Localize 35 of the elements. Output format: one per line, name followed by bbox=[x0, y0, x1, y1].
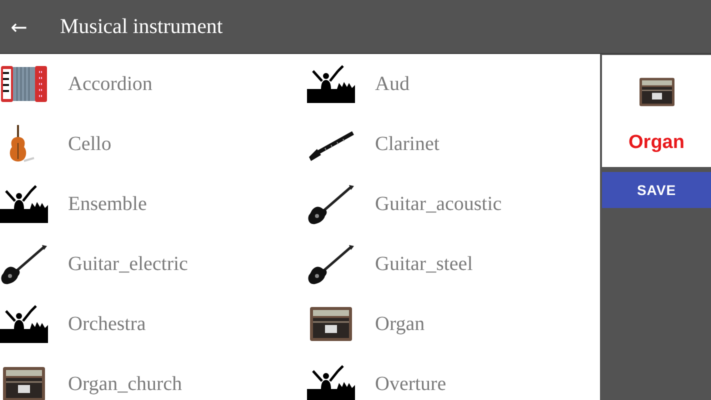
instrument-name: Clarinet bbox=[375, 132, 440, 156]
instrument-name: Guitar_electric bbox=[68, 252, 188, 276]
conductor-crowd-icon bbox=[0, 303, 48, 345]
instrument-name: Guitar_steel bbox=[375, 252, 473, 276]
instrument-name: Guitar_acoustic bbox=[375, 192, 502, 216]
guitar-icon bbox=[0, 243, 48, 285]
instrument-item[interactable]: Overture bbox=[307, 354, 600, 400]
instrument-item[interactable]: Orchestra bbox=[0, 294, 307, 354]
conductor-crowd-icon bbox=[307, 63, 355, 105]
instrument-item[interactable]: Clarinet bbox=[307, 114, 600, 174]
instrument-name: Accordion bbox=[68, 72, 152, 96]
instrument-name: Cello bbox=[68, 132, 112, 156]
instrument-item[interactable]: Cello bbox=[0, 114, 307, 174]
instrument-name: Ensemble bbox=[68, 192, 147, 216]
screen-title: Musical instrument bbox=[60, 14, 223, 39]
save-button[interactable]: SAVE bbox=[602, 172, 711, 208]
instrument-item[interactable]: Accordion bbox=[0, 54, 307, 114]
conductor-crowd-icon bbox=[307, 363, 355, 400]
instrument-item[interactable]: Ensemble bbox=[0, 174, 307, 234]
instrument-item[interactable]: Guitar_steel bbox=[307, 234, 600, 294]
conductor-crowd-icon bbox=[0, 183, 48, 225]
instrument-item[interactable]: Guitar_acoustic bbox=[307, 174, 600, 234]
instrument-name: Organ bbox=[375, 312, 425, 336]
instrument-name: Overture bbox=[375, 372, 446, 396]
instrument-item[interactable]: Guitar_electric bbox=[0, 234, 307, 294]
instrument-name: Orchestra bbox=[68, 312, 146, 336]
guitar-icon bbox=[307, 183, 355, 225]
instrument-name: Aud bbox=[375, 72, 410, 96]
instrument-item[interactable]: Organ bbox=[307, 294, 600, 354]
instrument-name: Organ_church bbox=[68, 372, 182, 396]
guitar-icon bbox=[307, 243, 355, 285]
back-button[interactable]: ← bbox=[5, 14, 33, 38]
selected-instrument-name: Organ bbox=[628, 132, 684, 154]
instrument-item[interactable]: Organ_church bbox=[0, 354, 307, 400]
instrument-item[interactable]: Aud bbox=[307, 54, 600, 114]
